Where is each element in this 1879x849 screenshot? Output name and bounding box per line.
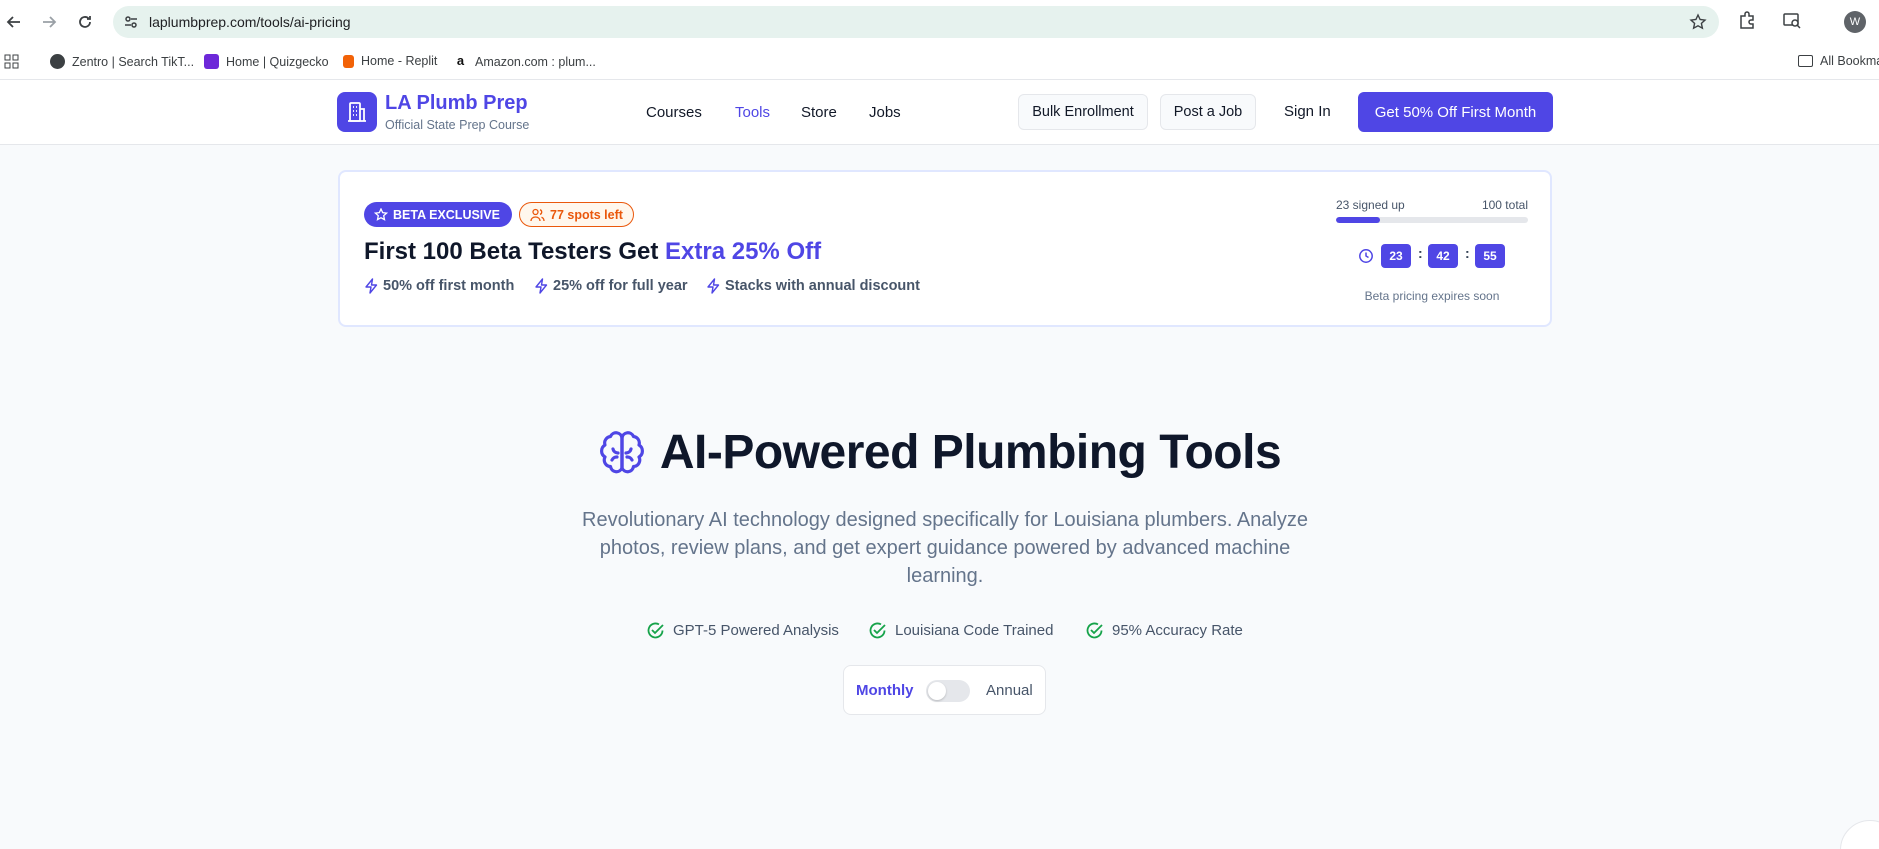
feature-check-label: GPT-5 Powered Analysis: [673, 622, 839, 639]
apps-grid-icon[interactable]: [4, 54, 19, 69]
url-text[interactable]: laplumbprep.com/tools/ai-pricing: [149, 14, 351, 30]
amazon-icon: a: [453, 54, 468, 69]
nav-store[interactable]: Store: [801, 104, 837, 121]
signup-progress-labels: 23 signed up 100 total: [1336, 198, 1528, 212]
logo[interactable]: [337, 92, 377, 132]
spots-left-badge: 77 spots left: [519, 202, 634, 227]
signup-progress-bar: [1336, 217, 1528, 223]
monthly-option[interactable]: Monthly: [856, 682, 914, 699]
back-icon[interactable]: [2, 10, 26, 34]
bookmark-label: Zentro | Search TikT...: [72, 54, 195, 69]
timer-colon: :: [1418, 245, 1423, 261]
address-bar[interactable]: laplumbprep.com/tools/ai-pricing: [113, 6, 1719, 38]
extensions-icon[interactable]: [1737, 10, 1757, 35]
bookmark-label: Amazon.com : plum...: [475, 54, 596, 69]
beta-title-main: First 100 Beta Testers Get: [364, 238, 666, 265]
beta-feature-label: 50% off first month: [383, 278, 515, 294]
site-header: LA Plumb Prep Official State Prep Course…: [0, 80, 1879, 145]
bookmark-item[interactable]: Home - Replit: [343, 54, 437, 68]
bookmark-item[interactable]: a Amazon.com : plum...: [453, 54, 596, 69]
bookmark-item[interactable]: Home | Quizgecko: [204, 54, 329, 69]
feature-check: GPT-5 Powered Analysis: [646, 621, 839, 640]
replit-icon: [343, 54, 354, 68]
forward-icon[interactable]: [37, 10, 61, 34]
feature-check: Louisiana Code Trained: [868, 621, 1053, 640]
hero-description: Revolutionary AI technology designed spe…: [582, 509, 1308, 587]
feature-check-label: 95% Accuracy Rate: [1112, 622, 1243, 639]
users-icon: [530, 208, 545, 221]
nav-jobs[interactable]: Jobs: [869, 104, 901, 121]
nav-courses[interactable]: Courses: [646, 104, 702, 121]
search-tabs-icon[interactable]: [1782, 10, 1802, 35]
reload-icon[interactable]: [73, 10, 97, 34]
all-bookmarks-label: All Bookmarks: [1820, 54, 1879, 68]
brand-tagline: Official State Prep Course: [385, 118, 530, 132]
hero-heading: AI-Powered Plumbing Tools: [0, 425, 1879, 480]
check-circle-icon: [869, 622, 886, 639]
nav-tools[interactable]: Tools: [735, 104, 770, 121]
clock-icon: [1358, 248, 1374, 269]
billing-switch-knob: [928, 682, 946, 700]
brand-name[interactable]: LA Plumb Prep: [385, 92, 528, 115]
signed-up-count: 23 signed up: [1336, 198, 1405, 212]
beta-title: First 100 Beta Testers Get Extra 25% Off: [364, 238, 821, 266]
total-count: 100 total: [1481, 198, 1528, 212]
timer-seconds: 55: [1475, 244, 1505, 268]
feature-check-label: Louisiana Code Trained: [895, 622, 1054, 639]
folder-icon: [1798, 55, 1813, 67]
bulk-enrollment-button[interactable]: Bulk Enrollment: [1018, 94, 1148, 130]
timer-hours: 23: [1381, 244, 1411, 268]
beta-badge-label: BETA EXCLUSIVE: [393, 207, 500, 222]
bookmark-star-icon[interactable]: [1689, 13, 1707, 36]
annual-option[interactable]: Annual: [986, 682, 1033, 699]
hero-title: AI-Powered Plumbing Tools: [659, 426, 1282, 479]
browser-toolbar: laplumbprep.com/tools/ai-pricing W: [0, 0, 1879, 44]
beta-expires-note: Beta pricing expires soon: [1364, 289, 1500, 303]
sign-in-link[interactable]: Sign In: [1284, 103, 1331, 120]
beta-feature: Stacks with annual discount: [706, 278, 920, 294]
billing-switch[interactable]: [926, 680, 970, 702]
signup-progress-fill: [1336, 217, 1381, 223]
check-circle-icon: [1086, 622, 1103, 639]
bookmark-label: Home | Quizgecko: [226, 54, 329, 69]
spots-left-label: 77 spots left: [550, 207, 623, 222]
quizgecko-icon: [204, 54, 219, 69]
bolt-icon: [365, 278, 378, 294]
check-circle-icon: [647, 622, 664, 639]
post-job-button[interactable]: Post a Job: [1160, 94, 1256, 130]
bolt-icon: [535, 278, 548, 294]
timer-minutes: 42: [1428, 244, 1458, 268]
globe-icon: [50, 54, 65, 69]
beta-exclusive-badge: BETA EXCLUSIVE: [364, 202, 512, 227]
beta-title-accent: Extra 25% Off: [665, 238, 822, 265]
bookmark-item[interactable]: Zentro | Search TikT...: [50, 54, 194, 69]
chat-widget-button[interactable]: [1840, 820, 1879, 849]
building-icon: [348, 102, 366, 122]
beta-feature: 25% off for full year: [534, 278, 688, 294]
all-bookmarks[interactable]: All Bookmarks: [1798, 54, 1879, 68]
star-icon: [374, 207, 388, 221]
feature-check: 95% Accuracy Rate: [1085, 621, 1243, 640]
bookmarks-bar: Zentro | Search TikT... Home | Quizgecko…: [0, 44, 1879, 80]
site-settings-icon[interactable]: [123, 14, 139, 35]
billing-toggle: Monthly Annual: [843, 665, 1046, 715]
brain-icon: [599, 430, 644, 473]
beta-feature-label: 25% off for full year: [553, 278, 688, 294]
bolt-icon: [707, 278, 720, 294]
bookmark-label: Home - Replit: [361, 54, 438, 68]
beta-feature: 50% off first month: [364, 278, 514, 294]
beta-feature-label: Stacks with annual discount: [725, 278, 920, 294]
beta-offer-card: BETA EXCLUSIVE 77 spots left First 100 B…: [338, 170, 1552, 327]
profile-avatar[interactable]: W: [1844, 11, 1866, 33]
timer-colon: :: [1465, 245, 1470, 261]
get-discount-button[interactable]: Get 50% Off First Month: [1358, 92, 1553, 132]
